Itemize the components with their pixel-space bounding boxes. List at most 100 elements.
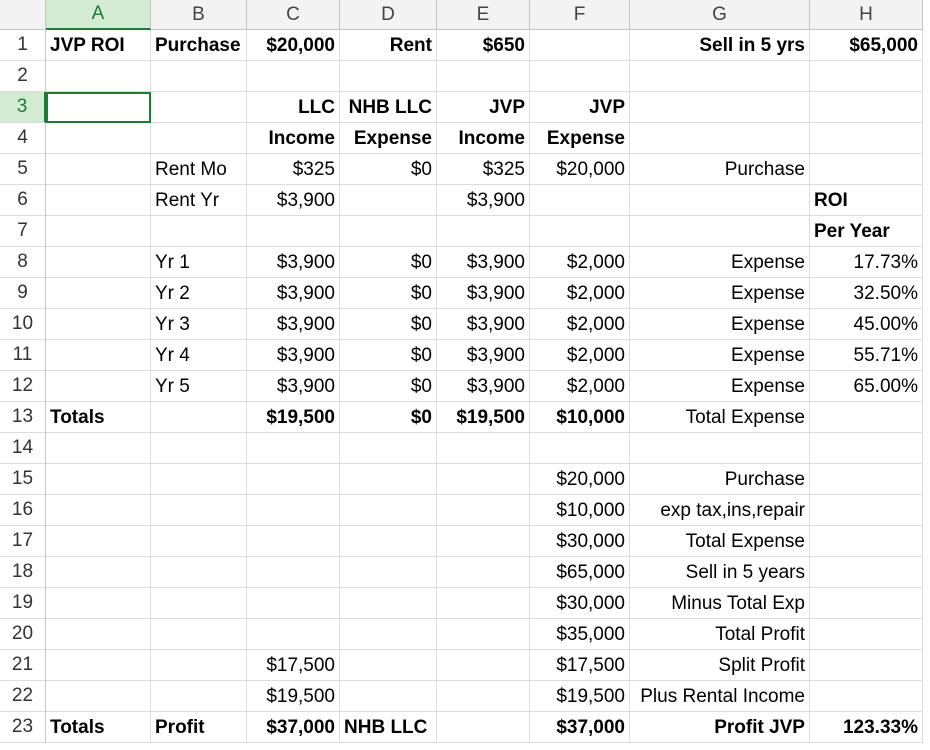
cell-g2[interactable] (630, 61, 810, 92)
cell-g5[interactable]: Purchase (630, 154, 810, 185)
cell-g10[interactable]: Expense (630, 309, 810, 340)
cell-b18[interactable] (151, 557, 247, 588)
cell-c13[interactable]: $19,500 (247, 402, 340, 433)
cell-b16[interactable] (151, 495, 247, 526)
cell-d2[interactable] (340, 61, 437, 92)
row-header-23[interactable]: 23 (0, 712, 46, 743)
cell-b11[interactable]: Yr 4 (151, 340, 247, 371)
cell-d13[interactable]: $0 (340, 402, 437, 433)
cell-g15[interactable]: Purchase (630, 464, 810, 495)
cell-a3[interactable] (46, 92, 151, 123)
cell-g20[interactable]: Total Profit (630, 619, 810, 650)
cell-a22[interactable] (46, 681, 151, 712)
cell-e14[interactable] (437, 433, 530, 464)
cell-h10[interactable]: 45.00% (810, 309, 923, 340)
cell-d14[interactable] (340, 433, 437, 464)
cell-f21[interactable]: $17,500 (530, 650, 630, 681)
row-header-10[interactable]: 10 (0, 309, 46, 340)
cell-f17[interactable]: $30,000 (530, 526, 630, 557)
cell-g13[interactable]: Total Expense (630, 402, 810, 433)
row-header-22[interactable]: 22 (0, 681, 46, 712)
cell-b13[interactable] (151, 402, 247, 433)
cell-d11[interactable]: $0 (340, 340, 437, 371)
cell-e12[interactable]: $3,900 (437, 371, 530, 402)
cell-b15[interactable] (151, 464, 247, 495)
select-all-corner[interactable] (0, 0, 46, 30)
column-header-a[interactable]: A (46, 0, 151, 30)
cell-b22[interactable] (151, 681, 247, 712)
cell-d17[interactable] (340, 526, 437, 557)
cell-a18[interactable] (46, 557, 151, 588)
cell-h4[interactable] (810, 123, 923, 154)
cell-a2[interactable] (46, 61, 151, 92)
cell-a11[interactable] (46, 340, 151, 371)
cell-g22[interactable]: Plus Rental Income (630, 681, 810, 712)
cell-h22[interactable] (810, 681, 923, 712)
cell-d15[interactable] (340, 464, 437, 495)
cell-a19[interactable] (46, 588, 151, 619)
cell-d22[interactable] (340, 681, 437, 712)
cell-a20[interactable] (46, 619, 151, 650)
cell-f10[interactable]: $2,000 (530, 309, 630, 340)
cell-d20[interactable] (340, 619, 437, 650)
cell-e8[interactable]: $3,900 (437, 247, 530, 278)
cell-a8[interactable] (46, 247, 151, 278)
row-header-2[interactable]: 2 (0, 61, 46, 92)
cell-e13[interactable]: $19,500 (437, 402, 530, 433)
cell-h8[interactable]: 17.73% (810, 247, 923, 278)
row-header-13[interactable]: 13 (0, 402, 46, 433)
cell-g17[interactable]: Total Expense (630, 526, 810, 557)
cell-g21[interactable]: Split Profit (630, 650, 810, 681)
row-header-19[interactable]: 19 (0, 588, 46, 619)
row-header-7[interactable]: 7 (0, 216, 46, 247)
cell-d6[interactable] (340, 185, 437, 216)
cell-f3[interactable]: JVP (530, 92, 630, 123)
row-header-20[interactable]: 20 (0, 619, 46, 650)
cell-d4[interactable]: Expense (340, 123, 437, 154)
cell-b8[interactable]: Yr 1 (151, 247, 247, 278)
cell-c12[interactable]: $3,900 (247, 371, 340, 402)
column-header-f[interactable]: F (530, 0, 630, 30)
cell-b4[interactable] (151, 123, 247, 154)
cell-a4[interactable] (46, 123, 151, 154)
cell-e17[interactable] (437, 526, 530, 557)
cell-h13[interactable] (810, 402, 923, 433)
cell-c11[interactable]: $3,900 (247, 340, 340, 371)
cell-g9[interactable]: Expense (630, 278, 810, 309)
cell-e22[interactable] (437, 681, 530, 712)
cell-a15[interactable] (46, 464, 151, 495)
cell-d8[interactable]: $0 (340, 247, 437, 278)
cell-d7[interactable] (340, 216, 437, 247)
cell-c2[interactable] (247, 61, 340, 92)
cell-b2[interactable] (151, 61, 247, 92)
cell-c1[interactable]: $20,000 (247, 30, 340, 61)
column-header-g[interactable]: G (630, 0, 810, 30)
row-header-9[interactable]: 9 (0, 278, 46, 309)
cell-a16[interactable] (46, 495, 151, 526)
cell-e15[interactable] (437, 464, 530, 495)
cell-f13[interactable]: $10,000 (530, 402, 630, 433)
cell-h17[interactable] (810, 526, 923, 557)
cell-b5[interactable]: Rent Mo (151, 154, 247, 185)
cell-f12[interactable]: $2,000 (530, 371, 630, 402)
cell-f11[interactable]: $2,000 (530, 340, 630, 371)
cell-e2[interactable] (437, 61, 530, 92)
cell-d18[interactable] (340, 557, 437, 588)
cell-e20[interactable] (437, 619, 530, 650)
row-header-5[interactable]: 5 (0, 154, 46, 185)
cell-g12[interactable]: Expense (630, 371, 810, 402)
cell-a23[interactable]: Totals (46, 712, 151, 743)
cell-f18[interactable]: $65,000 (530, 557, 630, 588)
cell-g4[interactable] (630, 123, 810, 154)
cell-g8[interactable]: Expense (630, 247, 810, 278)
cell-g14[interactable] (630, 433, 810, 464)
cell-a12[interactable] (46, 371, 151, 402)
row-header-11[interactable]: 11 (0, 340, 46, 371)
cell-c17[interactable] (247, 526, 340, 557)
cell-c14[interactable] (247, 433, 340, 464)
cell-b1[interactable]: Purchase (151, 30, 247, 61)
row-header-15[interactable]: 15 (0, 464, 46, 495)
cell-c8[interactable]: $3,900 (247, 247, 340, 278)
column-header-h[interactable]: H (810, 0, 923, 30)
cell-a14[interactable] (46, 433, 151, 464)
